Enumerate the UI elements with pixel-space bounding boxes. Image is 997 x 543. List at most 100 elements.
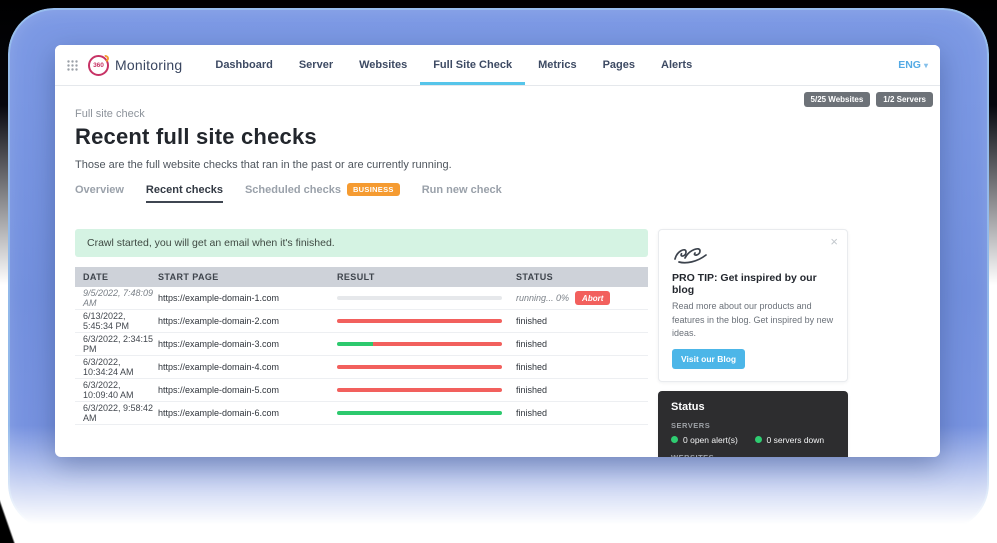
progress-segment [337,296,502,300]
table-row[interactable]: 6/3/2022, 9:58:42 AM https://example-dom… [75,402,648,425]
green-dot-icon [671,436,678,443]
quota-badge-1-2-servers: 1/2 Servers [876,92,933,107]
column-header-result: RESULT [337,272,516,282]
status-section-items: 0 open alert(s) 0 servers down [671,435,835,445]
quota-badge-5-25-websites: 5/25 Websites [804,92,871,107]
doodle-hands-icon [672,244,710,266]
right-column: × PRO TIP: Get inspired by our blog Read… [658,229,848,457]
status-section-servers: SERVERS 0 open alert(s) 0 servers down [671,421,835,445]
status-text: finished [516,385,547,395]
cell-date: 6/3/2022, 2:34:15 PM [83,334,158,354]
cell-start-page: https://example-domain-6.com [158,408,337,418]
progress-bar [337,411,502,415]
status-card-title: Status [671,401,835,413]
tab-label: Overview [75,184,124,196]
breadcrumb: Full site check [75,108,920,120]
status-section-label: WEBSITES [671,453,835,458]
nav-item-websites[interactable]: Websites [346,45,420,85]
page-description: Those are the full website checks that r… [75,159,920,171]
nav-item-alerts[interactable]: Alerts [648,45,705,85]
status-text: finished [516,316,547,326]
table-body: 9/5/2022, 7:48:09 AM https://example-dom… [75,287,648,425]
page-content: Full site check Recent full site checks … [55,108,940,457]
nav-item-label: Websites [359,59,407,71]
progress-segment [337,411,502,415]
visit-blog-button[interactable]: Visit our Blog [672,349,745,369]
status-item-text: 0 servers down [767,435,825,445]
progress-segment [337,365,502,369]
tab-label: Run new check [422,184,502,196]
nav-item-full-site-check[interactable]: Full Site Check [420,45,525,85]
tab-scheduled-checks[interactable]: Scheduled checks BUSINESS [245,183,400,203]
status-item: 0 servers down [755,435,836,445]
app-launcher-icon[interactable] [67,60,78,71]
nav-item-label: Pages [603,59,635,71]
nav-item-dashboard[interactable]: Dashboard [202,45,285,85]
logo-text: Monitoring [115,57,182,73]
progress-segment [373,342,502,346]
status-section-label: SERVERS [671,421,835,430]
quota-badges: 5/25 Websites 1/2 Servers [804,92,933,107]
main-columns: Crawl started, you will get an email whe… [75,229,920,457]
status-item-text: 0 open alert(s) [683,435,738,445]
language-label: ENG [898,59,921,71]
column-header-date: DATE [83,272,158,282]
nav-item-metrics[interactable]: Metrics [525,45,590,85]
status-text: finished [516,362,547,372]
business-badge: BUSINESS [347,183,400,196]
progress-bar [337,365,502,369]
tab-recent-checks[interactable]: Recent checks [146,184,223,203]
progress-bar [337,296,502,300]
status-item: 0 open alert(s) [671,435,752,445]
brand-logo[interactable]: 360 Monitoring [88,45,182,85]
cell-start-page: https://example-domain-3.com [158,339,337,349]
progress-bar [337,319,502,323]
nav-item-server[interactable]: Server [286,45,346,85]
tab-overview[interactable]: Overview [75,184,124,203]
column-header-status: STATUS [516,272,640,282]
tab-label: Recent checks [146,184,223,196]
cell-start-page: https://example-domain-1.com [158,293,337,303]
nav-item-label: Server [299,59,333,71]
table-row[interactable]: 9/5/2022, 7:48:09 AM https://example-dom… [75,287,648,310]
nav-item-label: Dashboard [215,59,272,71]
table-row[interactable]: 6/3/2022, 2:34:15 PM https://example-dom… [75,333,648,356]
green-dot-icon [755,436,762,443]
nav-item-label: Alerts [661,59,692,71]
tabs: Overview Recent checks Scheduled checks … [75,183,920,203]
nav-item-label: Metrics [538,59,577,71]
table-row[interactable]: 6/3/2022, 10:09:40 AM https://example-do… [75,379,648,402]
nav-item-pages[interactable]: Pages [590,45,648,85]
progress-bar [337,388,502,392]
cell-date: 6/13/2022, 5:45:34 PM [83,311,158,331]
status-section-websites: WEBSITES 0 open alert(s) 0 websites down [671,453,835,458]
page-title: Recent full site checks [75,124,920,150]
status-text: finished [516,408,547,418]
protip-body: Read more about our products and feature… [672,300,834,341]
tab-label: Scheduled checks [245,184,341,196]
column-header-start-page: START PAGE [158,272,337,282]
success-banner: Crawl started, you will get an email whe… [75,229,648,257]
status-text: running... 0% [516,293,569,303]
abort-button[interactable]: Abort [575,291,610,305]
nav-items: Dashboard Server Websites Full Site Chec… [202,45,705,85]
protip-card: × PRO TIP: Get inspired by our blog Read… [658,229,848,382]
progress-segment [337,388,502,392]
cell-start-page: https://example-domain-2.com [158,316,337,326]
checks-table: DATESTART PAGERESULTSTATUS 9/5/2022, 7:4… [75,267,648,425]
table-row[interactable]: 6/3/2022, 10:34:24 AM https://example-do… [75,356,648,379]
table-header: DATESTART PAGERESULTSTATUS [75,267,648,287]
progress-segment [337,342,373,346]
nav-item-label: Full Site Check [433,59,512,71]
table-row[interactable]: 6/13/2022, 5:45:34 PM https://example-do… [75,310,648,333]
top-navbar: 360 Monitoring Dashboard Server Websites… [55,45,940,86]
chevron-down-icon: ▾ [924,61,928,70]
language-selector[interactable]: ENG ▾ [898,45,928,85]
cell-date: 6/3/2022, 9:58:42 AM [83,403,158,423]
status-text: finished [516,339,547,349]
close-icon[interactable]: × [830,235,838,248]
cell-start-page: https://example-domain-5.com [158,385,337,395]
tab-run-new-check[interactable]: Run new check [422,184,502,203]
cell-start-page: https://example-domain-4.com [158,362,337,372]
app-window: 360 Monitoring Dashboard Server Websites… [55,45,940,457]
